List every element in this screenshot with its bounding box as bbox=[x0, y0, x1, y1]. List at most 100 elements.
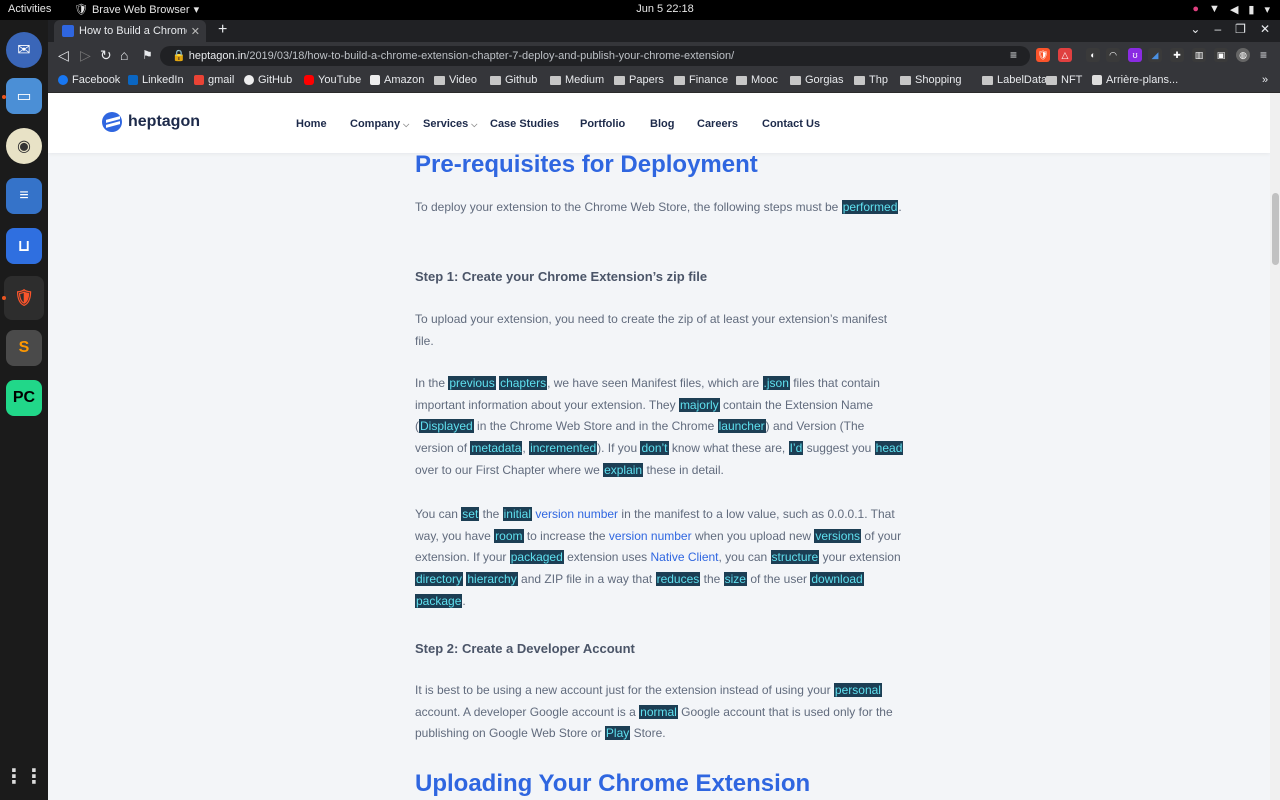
bookmark-folder-thp[interactable]: Thp bbox=[854, 74, 888, 86]
paragraph-version: You can set the initial version number i… bbox=[415, 507, 902, 608]
bookmark-facebook[interactable]: Facebook bbox=[58, 74, 120, 86]
pycharm-icon[interactable]: PC bbox=[6, 380, 42, 416]
bookmark-folder-labeldata[interactable]: LabelData bbox=[982, 74, 1047, 86]
bookmark-folder-gorgias[interactable]: Gorgias bbox=[790, 74, 844, 86]
notification-icon: ● bbox=[1192, 3, 1200, 15]
bookmark-folder-papers[interactable]: Papers bbox=[614, 74, 664, 86]
paragraph-zip: To upload your extension, you need to cr… bbox=[415, 312, 888, 348]
battery-icon: ▮ bbox=[1248, 4, 1255, 16]
nav-blog[interactable]: Blog bbox=[650, 118, 674, 130]
scrollbar[interactable] bbox=[1270, 93, 1280, 800]
bookmark-gmail[interactable]: gmail bbox=[194, 74, 234, 86]
extension-icon[interactable]: ʊ bbox=[1128, 48, 1142, 62]
rhythmbox-icon[interactable]: ◉ bbox=[6, 128, 42, 164]
bookmark-arriere-plans[interactable]: Arrière-plans... bbox=[1092, 74, 1178, 86]
close-icon[interactable]: ✕ bbox=[191, 25, 200, 38]
bookmark-label: Arrière-plans... bbox=[1106, 74, 1179, 86]
tab-title: How to Build a Chrome Ex bbox=[79, 25, 187, 37]
writer-icon[interactable]: ≡ bbox=[6, 178, 42, 214]
avatar[interactable]: ◍ bbox=[1236, 48, 1250, 62]
github-icon bbox=[244, 75, 254, 85]
bookmark-label: Shopping bbox=[915, 74, 962, 86]
site-logo[interactable]: heptagon bbox=[102, 112, 200, 132]
nav-portfolio[interactable]: Portfolio bbox=[580, 118, 625, 130]
dock: ✉ ▭ ◉ ≡ ⊔ 🛡 S PC ⋮⋮ bbox=[0, 20, 48, 800]
puzzle-icon[interactable]: ✚ bbox=[1170, 48, 1184, 62]
clock[interactable]: Jun 5 22:18 bbox=[0, 3, 1280, 15]
extension-icon[interactable]: ◢ bbox=[1148, 48, 1162, 62]
bookmark-label: Mooc bbox=[751, 74, 778, 86]
system-top-bar: Activities 🛡 Brave Web Browser ▾ Jun 5 22:… bbox=[0, 0, 1280, 20]
brave-shields-icon[interactable]: 🛡 bbox=[1036, 48, 1050, 62]
nav-company[interactable]: Company ⌵ bbox=[350, 118, 409, 130]
bookmark-linkedin[interactable]: LinkedIn bbox=[128, 74, 184, 86]
bookmark-folder-finance[interactable]: Finance bbox=[674, 74, 728, 86]
close-icon[interactable]: ✕ bbox=[1260, 22, 1270, 36]
nav-case-studies[interactable]: Case Studies bbox=[490, 118, 559, 130]
back-icon[interactable]: ◁ bbox=[58, 47, 69, 64]
files-icon[interactable]: ▭ bbox=[6, 78, 42, 114]
bookmark-label: LabelData bbox=[997, 74, 1048, 86]
bookmark-folder-video[interactable]: Video bbox=[434, 74, 477, 86]
software-icon[interactable]: ⊔ bbox=[6, 228, 42, 264]
extension-icon[interactable]: ◠ bbox=[1106, 48, 1120, 62]
bookmark-github[interactable]: GitHub bbox=[244, 74, 292, 86]
site-logo-text: heptagon bbox=[128, 113, 200, 130]
bookmark-folder-nft[interactable]: NFT bbox=[1046, 74, 1082, 86]
bookmark-amazon[interactable]: Amazon bbox=[370, 74, 424, 86]
gmail-icon bbox=[194, 75, 204, 85]
folder-icon bbox=[854, 75, 865, 85]
paragraph-manifest: In the previous chapters, we have seen M… bbox=[415, 376, 904, 477]
bookmark-folder-medium[interactable]: Medium bbox=[550, 74, 604, 86]
thunderbird-icon[interactable]: ✉ bbox=[6, 32, 42, 68]
new-tab-button[interactable]: + bbox=[218, 21, 227, 39]
nav-careers[interactable]: Careers bbox=[697, 118, 738, 130]
nav-services[interactable]: Services ⌵ bbox=[423, 118, 477, 130]
reader-mode-icon[interactable]: ≡ bbox=[1010, 48, 1017, 62]
bookmark-label: Github bbox=[505, 74, 538, 86]
bookmark-folder-shopping[interactable]: Shopping bbox=[900, 74, 962, 86]
menu-icon[interactable]: ≡ bbox=[1260, 48, 1267, 62]
paragraph-account: It is best to be using a new account jus… bbox=[415, 683, 893, 741]
address-bar[interactable]: 🔒 heptagon.in/2019/03/18/how-to-build-a-… bbox=[160, 46, 1030, 66]
system-tray[interactable]: ● ▼ ◀ ▮ ▾ bbox=[1192, 3, 1270, 16]
facebook-icon bbox=[58, 75, 68, 85]
bookmarks-overflow-icon[interactable]: » bbox=[1262, 74, 1268, 86]
chevron-down-icon[interactable]: ⌄ bbox=[1190, 22, 1200, 36]
brave-icon[interactable]: 🛡 bbox=[4, 276, 44, 320]
forward-icon[interactable]: ▷ bbox=[80, 47, 91, 64]
scrollbar-thumb[interactable] bbox=[1272, 193, 1279, 265]
bookmark-label: Medium bbox=[565, 74, 605, 86]
folder-icon bbox=[674, 75, 685, 85]
step-1-heading: Step 1: Create your Chrome Extension’s z… bbox=[415, 269, 708, 284]
bookmark-label: Facebook bbox=[72, 74, 121, 86]
site-header: heptagon Home Company ⌵ Services ⌵ Case St… bbox=[48, 93, 1270, 153]
chevron-down-icon: ▾ bbox=[1264, 4, 1270, 16]
minimize-icon[interactable]: – bbox=[1214, 22, 1221, 36]
nav-contact-us[interactable]: Contact Us bbox=[762, 118, 820, 130]
bookmark-folder-github[interactable]: Github bbox=[490, 74, 537, 86]
restore-icon[interactable]: ❐ bbox=[1235, 22, 1246, 36]
folder-icon bbox=[490, 75, 501, 85]
bookmark-label: GitHub bbox=[258, 74, 293, 86]
sidebar-icon[interactable]: ▥ bbox=[1192, 48, 1206, 62]
show-apps-icon[interactable]: ⋮⋮ bbox=[4, 758, 44, 794]
bookmark-icon[interactable]: ⚑ bbox=[142, 48, 153, 62]
bookmark-label: Papers bbox=[629, 74, 664, 86]
extension-icon[interactable]: ◐ bbox=[1086, 48, 1100, 62]
section-heading: Uploading Your Chrome Extension bbox=[415, 770, 811, 797]
brave-rewards-icon[interactable]: △ bbox=[1058, 48, 1072, 62]
bookmark-folder-mooc[interactable]: Mooc bbox=[736, 74, 778, 86]
home-icon[interactable]: ⌂ bbox=[120, 47, 128, 63]
bookmark-label: gmail bbox=[208, 74, 235, 86]
sublime-text-icon[interactable]: S bbox=[6, 330, 42, 366]
wallet-icon[interactable]: ▣ bbox=[1214, 48, 1228, 62]
bookmark-site-icon bbox=[1092, 75, 1102, 85]
nav-home[interactable]: Home bbox=[296, 118, 327, 130]
reload-icon[interactable]: ↻ bbox=[100, 47, 112, 64]
linkedin-icon bbox=[128, 75, 138, 85]
bookmarks-bar: Facebook LinkedIn gmail GitHub YouTube A… bbox=[48, 70, 1280, 93]
tab-active[interactable]: How to Build a Chrome Ex ✕ bbox=[54, 20, 206, 42]
bookmark-youtube[interactable]: YouTube bbox=[304, 74, 361, 86]
bookmark-label: YouTube bbox=[318, 74, 362, 86]
